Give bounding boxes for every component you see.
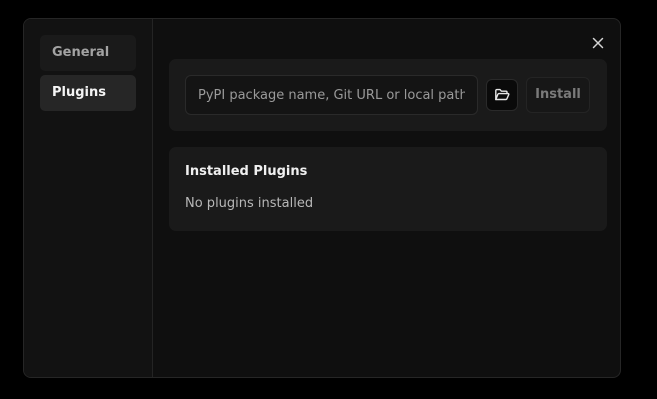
sidebar-item-general[interactable]: General [40, 35, 136, 71]
installed-plugins-panel: Installed Plugins No plugins installed [169, 147, 607, 231]
settings-dialog: General Plugins Install Installed Plugin… [23, 18, 621, 378]
package-source-input[interactable] [185, 75, 478, 115]
folder-open-icon [495, 88, 510, 101]
install-panel: Install [169, 59, 607, 131]
browse-folder-button[interactable] [486, 79, 518, 111]
sidebar-item-plugins[interactable]: Plugins [40, 75, 136, 111]
close-button[interactable] [588, 33, 608, 53]
settings-sidebar: General Plugins [24, 19, 153, 377]
installed-plugins-heading: Installed Plugins [185, 164, 308, 179]
install-button[interactable]: Install [526, 77, 590, 113]
empty-plugins-message: No plugins installed [185, 196, 314, 211]
close-icon [592, 37, 604, 49]
